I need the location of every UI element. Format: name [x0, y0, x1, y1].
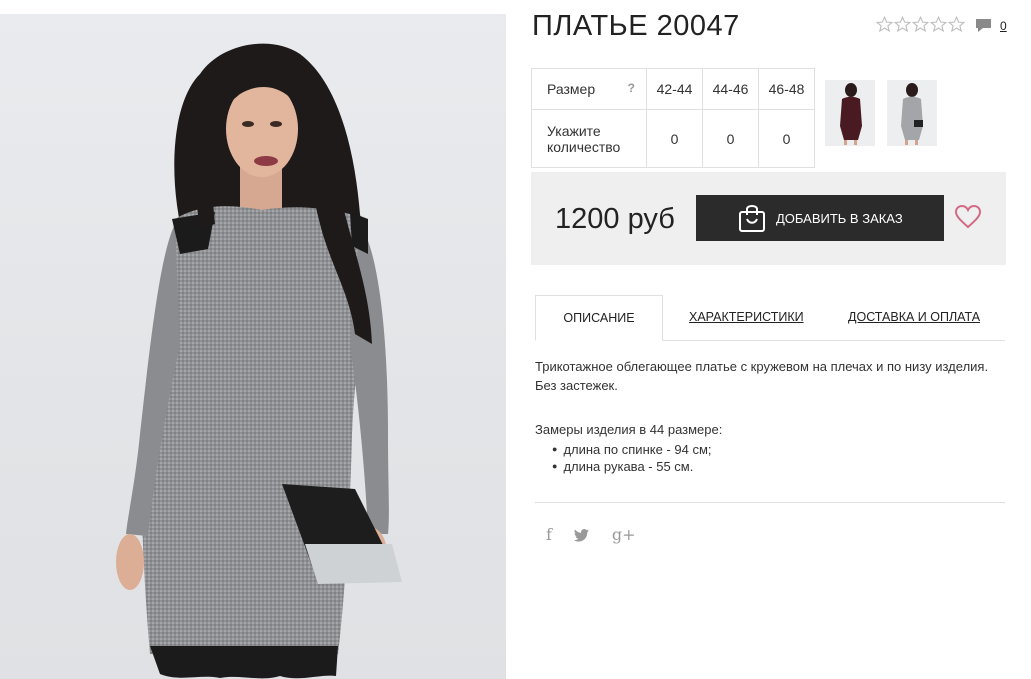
shopping-bag-icon — [739, 205, 765, 232]
size-help-icon[interactable]: ? — [628, 81, 635, 95]
product-tabs: ОПИСАНИЕ ХАРАКТЕРИСТИКИ ДОСТАВКА И ОПЛАТ… — [535, 295, 1005, 341]
size-header: 42-44 — [646, 68, 703, 110]
comments-link[interactable]: 0 — [975, 17, 1007, 34]
size-header: 44-46 — [702, 68, 759, 110]
size-label: Размер — [547, 81, 596, 97]
measurement-item: длина по спинке - 94 см; — [552, 442, 711, 459]
comment-icon — [976, 19, 991, 32]
twitter-icon[interactable] — [573, 528, 590, 542]
tab-description-label: ОПИСАНИЕ — [563, 311, 635, 325]
quantity-input[interactable]: 0 — [758, 109, 815, 168]
grey-dress-thumbnail — [887, 80, 937, 146]
size-table: Размер ? 42-44 44-46 46-48 Укажите колич… — [531, 68, 815, 168]
product-title: ПЛАТЬЕ 20047 — [532, 10, 740, 42]
comments-count[interactable]: 0 — [1000, 19, 1007, 33]
heart-icon[interactable] — [954, 204, 982, 230]
description-text: Трикотажное облегающее платье с кружевом… — [535, 357, 1007, 395]
rating-stars[interactable] — [876, 16, 965, 33]
google-plus-icon[interactable]: g+ — [612, 525, 636, 544]
star-icon[interactable] — [876, 16, 893, 33]
purchase-panel: 1200 руб ДОБАВИТЬ В ЗАКАЗ — [531, 172, 1006, 265]
size-header: 46-48 — [758, 68, 815, 110]
quantity-label-line1: Укажите — [547, 122, 601, 139]
measurements-list: длина по спинке - 94 см; длина рукава - … — [552, 442, 712, 476]
star-icon[interactable] — [894, 16, 911, 33]
divider — [535, 502, 1005, 503]
tab-characteristics[interactable]: ХАРАКТЕРИСТИКИ — [689, 295, 804, 340]
thumbnail-grey-dress[interactable] — [887, 80, 937, 146]
product-price: 1200 руб — [555, 203, 675, 235]
product-main-photo[interactable] — [0, 14, 506, 679]
star-icon[interactable] — [948, 16, 965, 33]
thumbnail-burgundy-dress[interactable] — [825, 80, 875, 146]
burgundy-dress-thumbnail — [825, 80, 875, 146]
description-line: Без застежек. — [535, 378, 618, 393]
star-icon[interactable] — [912, 16, 929, 33]
measurements-title: Замеры изделия в 44 размере: — [535, 422, 723, 437]
star-icon[interactable] — [930, 16, 947, 33]
measurement-item: длина рукава - 55 см. — [552, 459, 712, 476]
tab-description[interactable]: ОПИСАНИЕ — [535, 295, 663, 341]
add-to-order-label: ДОБАВИТЬ В ЗАКАЗ — [776, 210, 903, 226]
tab-delivery-payment-label: ДОСТАВКА И ОПЛАТА — [848, 310, 981, 324]
quantity-input[interactable]: 0 — [702, 109, 759, 168]
tab-characteristics-label: ХАРАКТЕРИСТИКИ — [689, 310, 804, 324]
facebook-icon[interactable]: f — [546, 525, 552, 544]
quantity-label-cell: Укажите количество — [531, 109, 647, 168]
add-to-order-button[interactable]: ДОБАВИТЬ В ЗАКАЗ — [696, 195, 944, 241]
quantity-input[interactable]: 0 — [646, 109, 703, 168]
social-share: f g+ — [546, 525, 636, 544]
description-line: Трикотажное облегающее платье с кружевом… — [535, 359, 989, 374]
quantity-label-line2: количество — [547, 138, 621, 155]
tab-delivery-payment[interactable]: ДОСТАВКА И ОПЛАТА — [848, 295, 980, 340]
size-label-cell: Размер ? — [531, 68, 647, 110]
